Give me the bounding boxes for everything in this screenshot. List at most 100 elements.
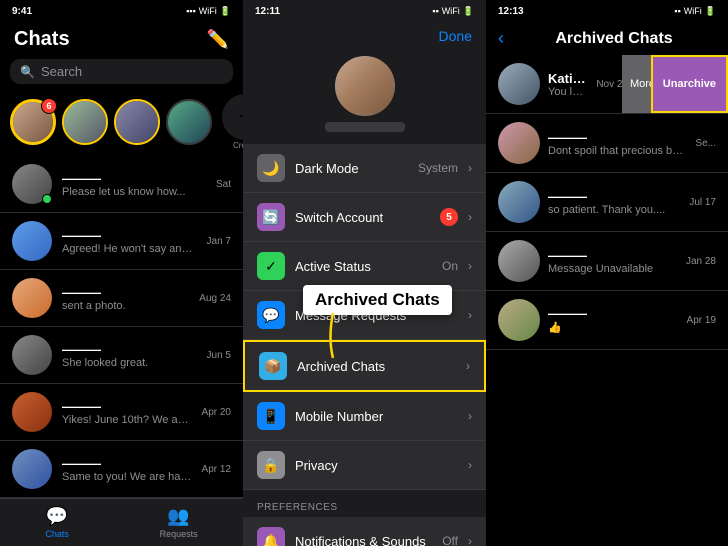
done-button[interactable]: Done <box>439 28 472 44</box>
settings-dark-mode[interactable]: 🌙 Dark Mode System › <box>243 144 486 193</box>
chat-item[interactable]: ——— Yikes! June 10th? We are ex... Apr 2… <box>0 384 243 441</box>
settings-archived-chats[interactable]: 📦 Archived Chats › <box>243 340 486 392</box>
status-time-1: 9:41 <box>12 6 32 17</box>
archived-preview: so patient. Thank you.... <box>548 204 681 216</box>
story-avatar-0[interactable]: 6 <box>10 99 56 145</box>
chats-title: Chats <box>14 28 70 51</box>
create-label: Create <box>233 141 243 150</box>
archived-chat-item[interactable]: ——— 👍 Apr 19 <box>486 291 728 350</box>
wifi-icon: WiFi <box>199 6 217 16</box>
chat-item[interactable]: ——— She looked great. Jun 5 <box>0 327 243 384</box>
archived-content: ——— Dont spoil that precious baby... <box>548 130 687 157</box>
archived-avatar <box>498 240 540 282</box>
archived-name: ——— <box>548 248 678 263</box>
settings-list: 🌙 Dark Mode System › 🔄 Switch Account 5 … <box>243 144 486 546</box>
archived-chat-item[interactable]: ——— Message Unavailable Jan 28 <box>486 232 728 291</box>
chat-name: ——— <box>62 456 192 471</box>
privacy-label: Privacy <box>295 458 458 473</box>
search-bar[interactable]: 🔍 Search <box>10 59 233 84</box>
archived-time: Se... <box>695 138 716 149</box>
chat-item[interactable]: ——— Same to you! We are having... Apr 12 <box>0 441 243 498</box>
preferences-header: PREFERENCES <box>243 490 486 517</box>
archived-time: Jul 17 <box>689 197 716 208</box>
chat-preview: sent a photo. <box>62 300 189 312</box>
archived-chat-item[interactable]: ——— so patient. Thank you.... Jul 17 <box>486 173 728 232</box>
avatar-image <box>335 56 395 116</box>
archived-chats-label: Archived Chats <box>297 359 456 374</box>
signal-icon-2: ▪▪ <box>432 6 438 16</box>
annotation-arrow <box>323 313 353 363</box>
status-time-2: 12:11 <box>255 6 280 17</box>
signal-icon: ▪▪▪ <box>186 6 196 16</box>
settings-notifications[interactable]: 🔔 Notifications & Sounds Off › <box>243 517 486 546</box>
profile-section <box>243 48 486 144</box>
chat-item[interactable]: ——— Please let us know how... Sat <box>0 156 243 213</box>
archived-avatar <box>498 299 540 341</box>
story-avatar-2[interactable] <box>114 99 160 145</box>
settings-nav: Done <box>243 22 486 48</box>
active-status-value: On <box>442 259 458 273</box>
archived-time: Apr 19 <box>687 315 716 326</box>
active-status-label: Active Status <box>295 259 432 274</box>
chat-avatar <box>12 392 52 432</box>
story-avatar-3[interactable] <box>166 99 212 145</box>
archived-name: ——— <box>548 306 679 321</box>
status-icons-1: ▪▪▪ WiFi 🔋 <box>186 6 231 17</box>
archived-content: ——— Message Unavailable <box>548 248 678 275</box>
chat-content: ——— Same to you! We are having... <box>62 456 192 483</box>
dark-mode-icon: 🌙 <box>257 154 285 182</box>
unarchive-button[interactable]: Unarchive <box>651 55 728 113</box>
dark-mode-label: Dark Mode <box>295 161 408 176</box>
chat-content: ——— She looked great. <box>62 342 197 369</box>
nav-requests[interactable]: 👥 Requests <box>160 506 198 539</box>
archived-title: Archived Chats <box>512 30 716 48</box>
archived-chat-item[interactable]: Katie, Anna, Michael, Richard You left t… <box>486 55 728 114</box>
back-button[interactable]: ‹ <box>498 28 504 49</box>
wifi-icon-2: WiFi <box>442 6 460 16</box>
archived-panel: 12:13 ▪▪ WiFi 🔋 ‹ Archived Chats Katie, … <box>486 0 728 546</box>
chat-time: Apr 20 <box>202 407 231 418</box>
settings-active-status[interactable]: ✓ Active Status On › <box>243 242 486 291</box>
status-icons-2: ▪▪ WiFi 🔋 <box>432 6 474 17</box>
chevron-icon: › <box>468 161 472 175</box>
chat-content: ——— Agreed! He won't say anything... <box>62 228 197 255</box>
story-avatar-1[interactable] <box>62 99 108 145</box>
search-input[interactable]: Search <box>41 64 82 79</box>
online-indicator <box>42 194 52 204</box>
chat-item[interactable]: ——— sent a photo. Aug 24 <box>0 270 243 327</box>
archived-chat-item[interactable]: ——— Dont spoil that precious baby... Se.… <box>486 114 728 173</box>
settings-switch-account[interactable]: 🔄 Switch Account 5 › <box>243 193 486 242</box>
unarchive-label: Unarchive <box>663 78 716 90</box>
chat-name: ——— <box>62 171 206 186</box>
nav-chats[interactable]: 💬 Chats <box>45 506 69 539</box>
chat-time: Aug 24 <box>199 293 231 304</box>
archived-time: Jan 28 <box>686 256 716 267</box>
chat-name: ——— <box>62 399 192 414</box>
status-bar-3: 12:13 ▪▪ WiFi 🔋 <box>486 0 728 22</box>
search-icon: 🔍 <box>20 65 35 79</box>
archived-chats-icon: 📦 <box>259 352 287 380</box>
message-requests-icon: 💬 <box>257 301 285 329</box>
create-story-button[interactable]: + <box>222 94 243 140</box>
chat-avatar <box>12 449 52 489</box>
chevron-icon: › <box>468 458 472 472</box>
archived-content: Katie, Anna, Michael, Richard You left t… <box>548 71 588 98</box>
chat-avatar <box>12 164 52 204</box>
switch-account-label: Switch Account <box>295 210 430 225</box>
settings-mobile-number[interactable]: 📱 Mobile Number › <box>243 392 486 441</box>
archived-name: Katie, Anna, Michael, Richard <box>548 71 588 86</box>
chats-panel: 9:41 ▪▪▪ WiFi 🔋 Chats ✏️ 🔍 Search 6 <box>0 0 243 546</box>
archived-chats-annotation: Archived Chats <box>303 285 452 315</box>
edit-icon[interactable]: ✏️ <box>207 29 229 50</box>
chat-avatar <box>12 278 52 318</box>
privacy-icon: 🔒 <box>257 451 285 479</box>
status-bar-2: 12:11 ▪▪ WiFi 🔋 <box>243 0 486 22</box>
chevron-icon: › <box>468 409 472 423</box>
status-time-3: 12:13 <box>498 6 524 17</box>
bottom-nav: 💬 Chats 👥 Requests <box>0 498 243 546</box>
archived-preview: You left the group. <box>548 86 588 98</box>
settings-privacy[interactable]: 🔒 Privacy › <box>243 441 486 490</box>
chevron-icon: › <box>466 359 470 373</box>
chat-item[interactable]: ——— Agreed! He won't say anything... Jan… <box>0 213 243 270</box>
requests-nav-label: Requests <box>160 529 198 539</box>
